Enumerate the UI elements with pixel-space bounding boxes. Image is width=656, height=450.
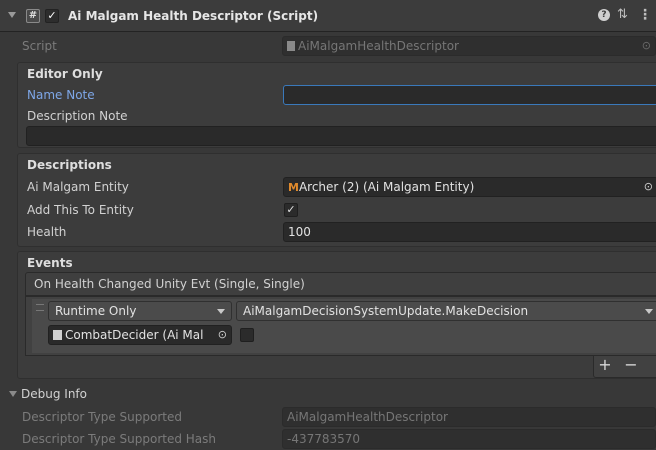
target-object-field[interactable]: CombatDecider (Ai Mal ⊙ [48,325,232,345]
event-name: On Health Changed Unity Evt (Single, Sin… [34,277,305,291]
name-note-label: Name Note [27,88,95,102]
add-listener-button[interactable]: + [594,356,616,376]
add-to-entity-label: Add This To Entity [27,203,134,217]
events-title: Events [27,256,73,270]
help-icon[interactable]: ? [598,9,610,21]
object-picker-icon: ⊙ [641,39,651,52]
context-menu-icon[interactable]: ⋮ [638,6,652,24]
type-hash-label: Descriptor Type Supported Hash [22,432,217,446]
function-dropdown[interactable]: AiMalgamDecisionSystemUpdate.MakeDecisio… [236,301,656,321]
name-note-input[interactable] [283,85,656,105]
component-title: Ai Malgam Health Descriptor (Script) [68,9,319,23]
debug-foldout-arrow-icon[interactable] [9,391,17,397]
editor-only-section: Editor Only Name Note Description Note [17,62,656,148]
presets-icon[interactable]: ⇅ [617,6,628,24]
descriptions-title: Descriptions [27,158,112,172]
descriptions-section: Descriptions Ai Malgam Entity MArcher (2… [17,153,656,247]
event-listener-list: Runtime Only AiMalgamDecisionSystemUpdat… [25,296,656,356]
runtime-option-dropdown[interactable]: Runtime Only [48,301,232,321]
event-header: On Health Changed Unity Evt (Single, Sin… [25,272,656,296]
events-section: Events On Health Changed Unity Evt (Sing… [17,251,656,379]
foldout-arrow-icon[interactable] [8,12,16,18]
drag-handle-icon[interactable] [36,304,44,311]
entity-icon: M [288,181,299,194]
argument-checkbox[interactable] [240,328,254,342]
remove-listener-button[interactable]: − [620,356,642,376]
script-field-value: AiMalgamHealthDescriptor [298,39,459,53]
script-file-icon [287,41,295,51]
script-icon: # [26,9,40,23]
component-header[interactable]: # ✓ Ai Malgam Health Descriptor (Script)… [0,0,656,32]
target-object-icon [53,330,62,340]
type-supported-label: Descriptor Type Supported [22,410,182,424]
chevron-down-icon [217,309,225,314]
type-supported-field: AiMalgamHealthDescriptor [282,407,656,427]
component-enabled-checkbox[interactable]: ✓ [45,9,59,23]
entity-picker-icon[interactable]: ⊙ [644,178,653,196]
listener-entry[interactable]: Runtime Only AiMalgamDecisionSystemUpdat… [32,299,656,353]
editor-only-title: Editor Only [27,67,103,81]
entity-value: Archer (2) (Ai Malgam Entity) [298,180,475,194]
health-label: Health [27,225,67,239]
entity-label: Ai Malgam Entity [27,180,129,194]
event-footer: + − [593,356,656,378]
chevron-down-icon [645,309,653,314]
script-field: AiMalgamHealthDescriptor ⊙ [282,36,656,56]
health-input[interactable]: 100 [283,222,656,242]
description-note-input[interactable] [26,126,656,146]
script-label: Script [22,39,57,53]
description-note-label: Description Note [27,109,128,123]
runtime-option-value: Runtime Only [55,304,137,318]
entity-field[interactable]: MArcher (2) (Ai Malgam Entity) ⊙ [283,177,656,197]
function-value: AiMalgamDecisionSystemUpdate.MakeDecisio… [243,304,529,318]
target-object-value: CombatDecider (Ai Mal [65,328,204,342]
target-picker-icon[interactable]: ⊙ [218,326,227,344]
add-to-entity-checkbox[interactable]: ✓ [284,203,298,217]
debug-info-title[interactable]: Debug Info [21,383,87,405]
type-hash-field: -437783570 [282,429,656,449]
